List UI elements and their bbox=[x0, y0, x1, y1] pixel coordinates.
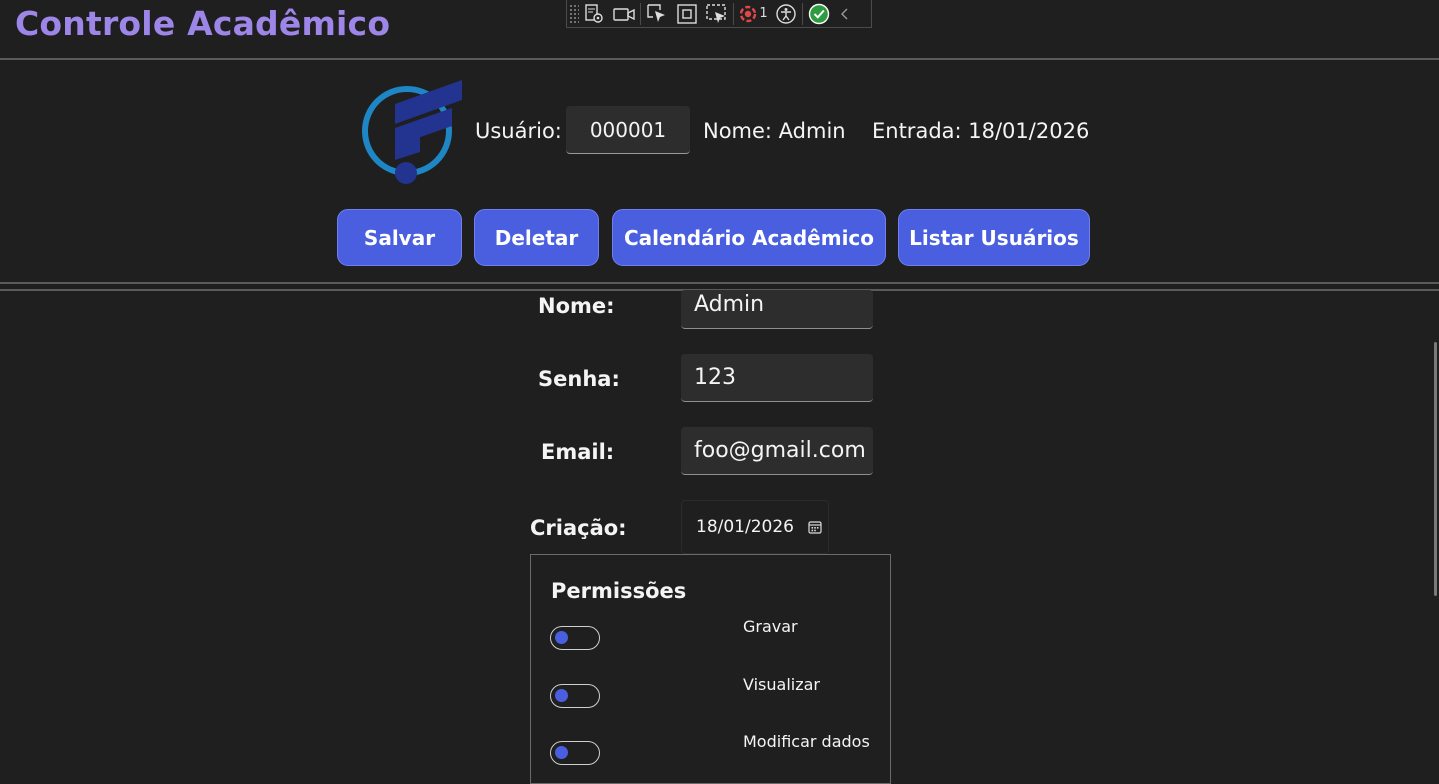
creation-date-value: 18/01/2026 bbox=[696, 517, 794, 537]
creation-date-picker[interactable]: 18/01/2026 bbox=[681, 500, 829, 554]
collapse-chevron-icon[interactable] bbox=[834, 1, 856, 27]
separator bbox=[733, 2, 734, 25]
email-field[interactable]: foo@gmail.com bbox=[681, 427, 873, 475]
binding-failures-icon bbox=[740, 5, 757, 22]
logo bbox=[360, 76, 470, 186]
save-button[interactable]: Salvar bbox=[337, 209, 462, 266]
select-element-icon[interactable] bbox=[642, 1, 672, 27]
toggle-modificar-dados[interactable] bbox=[550, 741, 600, 765]
visual-tree-icon[interactable] bbox=[579, 1, 609, 27]
separator bbox=[802, 2, 803, 25]
creation-label: Criação: bbox=[530, 516, 627, 540]
user-id-field[interactable]: 000001 bbox=[566, 106, 690, 154]
permission-label-visualizar: Visualizar bbox=[743, 675, 820, 694]
name-label: Nome: bbox=[538, 294, 615, 318]
toggle-knob bbox=[555, 746, 568, 759]
password-label: Senha: bbox=[538, 367, 620, 391]
video-icon[interactable] bbox=[609, 1, 639, 27]
permissions-title: Permissões bbox=[551, 579, 687, 603]
track-focus-icon[interactable] bbox=[702, 1, 732, 27]
grip-icon[interactable] bbox=[569, 3, 579, 24]
toolbar-divider-top bbox=[0, 282, 1439, 284]
header-divider bbox=[0, 58, 1439, 60]
vertical-scrollbar[interactable] bbox=[1434, 342, 1437, 596]
entry-date-text: Entrada: 18/01/2026 bbox=[872, 119, 1090, 143]
binding-failures-button[interactable]: 1 bbox=[735, 1, 771, 27]
permission-label-modificar-dados: Modificar dados bbox=[743, 732, 870, 751]
toggle-knob bbox=[555, 631, 568, 644]
name-field[interactable]: Admin bbox=[681, 290, 873, 329]
password-field[interactable]: 123 bbox=[681, 354, 873, 402]
academic-calendar-button[interactable]: Calendário Acadêmico bbox=[612, 209, 886, 266]
hot-reload-ok-icon[interactable] bbox=[804, 1, 834, 27]
separator bbox=[640, 2, 641, 25]
toggle-knob bbox=[555, 689, 568, 702]
user-label: Usuário: bbox=[475, 119, 562, 143]
display-layout-adorners-icon[interactable] bbox=[672, 1, 702, 27]
debug-toolbar: 1 bbox=[566, 0, 872, 28]
calendar-icon[interactable] bbox=[808, 520, 822, 534]
app-title: Controle Acadêmico bbox=[15, 4, 391, 43]
user-name-text: Nome: Admin bbox=[703, 119, 846, 143]
accessibility-icon[interactable] bbox=[771, 1, 801, 27]
toggle-visualizar[interactable] bbox=[550, 684, 600, 708]
list-users-button[interactable]: Listar Usuários bbox=[898, 209, 1090, 266]
email-label: Email: bbox=[541, 440, 615, 464]
permission-label-gravar: Gravar bbox=[743, 617, 798, 636]
delete-button[interactable]: Deletar bbox=[474, 209, 599, 266]
binding-failures-count: 1 bbox=[759, 6, 768, 21]
toggle-gravar[interactable] bbox=[550, 626, 600, 650]
permissions-panel: Permissões Gravar Visualizar Modificar d… bbox=[530, 554, 891, 784]
